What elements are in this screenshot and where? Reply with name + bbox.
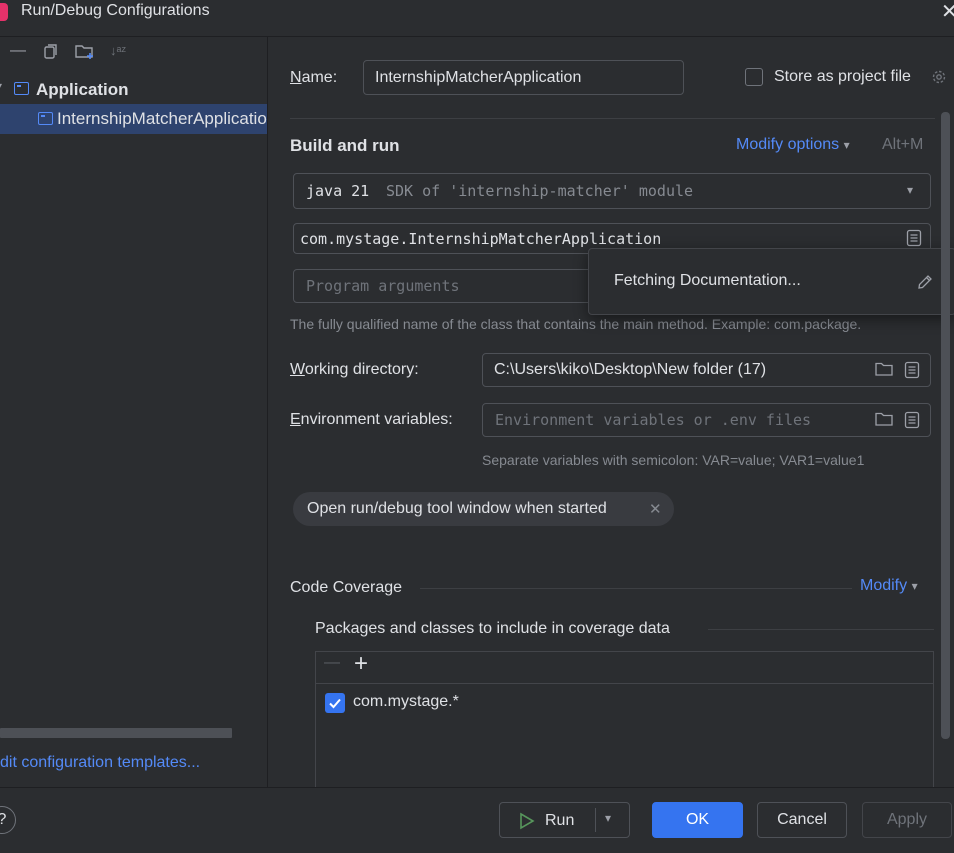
chevron-down-icon: ▾ xyxy=(907,183,914,197)
browse-main-class-button[interactable] xyxy=(906,229,922,247)
store-project-file-label: Store as project file xyxy=(774,68,911,85)
cancel-button[interactable]: Cancel xyxy=(757,802,847,838)
edit-env-variables-button[interactable] xyxy=(904,411,920,429)
working-directory-field[interactable]: C:\Users\kiko\Desktop\New folder (17) xyxy=(482,353,931,387)
document-icon xyxy=(904,411,920,429)
dialog-footer: ? Run ▾ OK Cancel Apply xyxy=(0,787,954,853)
pencil-icon xyxy=(918,275,932,289)
gear-icon xyxy=(932,70,946,84)
window-close-button[interactable]: ✕ xyxy=(941,1,954,23)
insert-macro-button[interactable] xyxy=(904,361,920,379)
tree-group-application[interactable]: ▾ Application xyxy=(0,74,267,104)
add-pattern-button[interactable]: + xyxy=(354,651,368,677)
code-coverage-heading: Code Coverage xyxy=(290,579,403,596)
open-tool-window-chip[interactable]: Open run/debug tool window when started … xyxy=(293,492,674,526)
main-class-hint: The fully qualified name of the class th… xyxy=(290,316,862,332)
copy-config-button[interactable] xyxy=(44,44,58,59)
copy-icon xyxy=(44,44,57,59)
apply-button[interactable]: Apply xyxy=(862,802,952,838)
working-directory-label: Working directory: xyxy=(290,361,419,378)
environment-variables-field[interactable]: Environment variables or .env files xyxy=(482,403,931,437)
chevron-down-icon: ▾ xyxy=(911,579,918,593)
popup-text: Fetching Documentation... xyxy=(614,272,801,289)
coverage-item-checkbox[interactable] xyxy=(325,693,345,713)
coverage-modify-label: Modify xyxy=(860,577,908,594)
remove-pattern-button[interactable]: — xyxy=(324,654,340,672)
sort-button[interactable]: ↓ᵃᶻ xyxy=(110,41,126,61)
sdk-java-version: java 21 xyxy=(306,182,370,200)
new-folder-button[interactable] xyxy=(75,43,95,60)
sdk-description: SDK of 'internship-matcher' module xyxy=(386,182,694,200)
environment-variables-label: Environment variables: xyxy=(290,411,453,428)
chevron-down-icon[interactable]: ▾ xyxy=(0,79,2,93)
close-icon[interactable]: ✕ xyxy=(649,500,662,518)
config-icon xyxy=(38,112,53,125)
browse-folder-button[interactable] xyxy=(875,361,893,377)
play-icon xyxy=(520,812,535,830)
window-title: Run/Debug Configurations xyxy=(21,2,210,19)
separator xyxy=(290,118,935,119)
folder-icon xyxy=(875,412,893,426)
separator xyxy=(420,588,852,589)
chip-label: Open run/debug tool window when started xyxy=(307,500,607,517)
program-arguments-placeholder: Program arguments xyxy=(306,277,460,295)
modify-options-link[interactable]: Modify options ▾ xyxy=(736,136,850,154)
edit-templates-link[interactable]: dit configuration templates... xyxy=(0,754,200,772)
document-icon xyxy=(904,361,920,379)
chevron-down-icon[interactable]: ▾ xyxy=(605,811,611,825)
new-folder-icon xyxy=(75,45,93,59)
configurations-panel: — ↓ᵃᶻ ▾ Application InternshipMatcherApp… xyxy=(0,37,268,787)
main-class-value: com.mystage.InternshipMatcherApplication xyxy=(300,230,662,248)
folder-icon xyxy=(875,362,893,376)
tree-item-label: InternshipMatcherApplicatio xyxy=(57,109,267,128)
horizontal-scrollbar[interactable] xyxy=(0,728,232,738)
configuration-form: Name: Store as project file Build and ru… xyxy=(268,37,954,787)
environment-variables-placeholder: Environment variables or .env files xyxy=(495,411,812,429)
name-label: Name: xyxy=(290,69,338,86)
ok-button[interactable]: OK xyxy=(652,802,743,838)
run-button-label: Run xyxy=(545,812,575,829)
browse-env-file-button[interactable] xyxy=(875,411,893,427)
tree-group-label: Application xyxy=(36,80,129,99)
edit-documentation-button[interactable] xyxy=(916,273,934,291)
environment-variables-hint: Separate variables with semicolon: VAR=v… xyxy=(482,452,865,468)
coverage-item-label: com.mystage.* xyxy=(353,693,459,710)
sdk-select[interactable]: java 21 SDK of 'internship-matcher' modu… xyxy=(293,173,931,209)
app-icon xyxy=(0,3,8,21)
split-divider xyxy=(595,808,596,832)
coverage-modify-link[interactable]: Modify ▾ xyxy=(860,577,918,595)
store-settings-button[interactable] xyxy=(930,68,948,86)
tree-item-internship-matcher[interactable]: InternshipMatcherApplicatio xyxy=(0,104,267,134)
store-project-file-checkbox[interactable] xyxy=(745,68,763,86)
help-button[interactable]: ? xyxy=(0,806,16,834)
coverage-subheading: Packages and classes to include in cover… xyxy=(315,620,670,637)
name-input[interactable] xyxy=(363,60,684,95)
build-and-run-heading: Build and run xyxy=(290,136,400,155)
modify-options-label: Modify options xyxy=(736,136,840,153)
run-button[interactable]: Run ▾ xyxy=(499,802,630,838)
remove-config-button[interactable]: — xyxy=(10,41,26,61)
config-icon xyxy=(14,82,29,95)
separator xyxy=(708,629,934,630)
documentation-popup: Fetching Documentation... xyxy=(588,248,954,315)
working-directory-value: C:\Users\kiko\Desktop\New folder (17) xyxy=(494,361,767,378)
chevron-down-icon: ▾ xyxy=(843,138,850,152)
modify-options-shortcut: Alt+M xyxy=(882,136,924,153)
title-bar: Run/Debug Configurations ✕ xyxy=(0,0,954,37)
separator xyxy=(316,683,933,684)
vertical-scrollbar[interactable] xyxy=(941,112,950,739)
check-icon xyxy=(329,698,341,709)
document-icon xyxy=(906,229,922,247)
program-arguments-field[interactable]: Program arguments xyxy=(293,269,593,303)
coverage-list: — + com.mystage.* xyxy=(315,651,934,787)
